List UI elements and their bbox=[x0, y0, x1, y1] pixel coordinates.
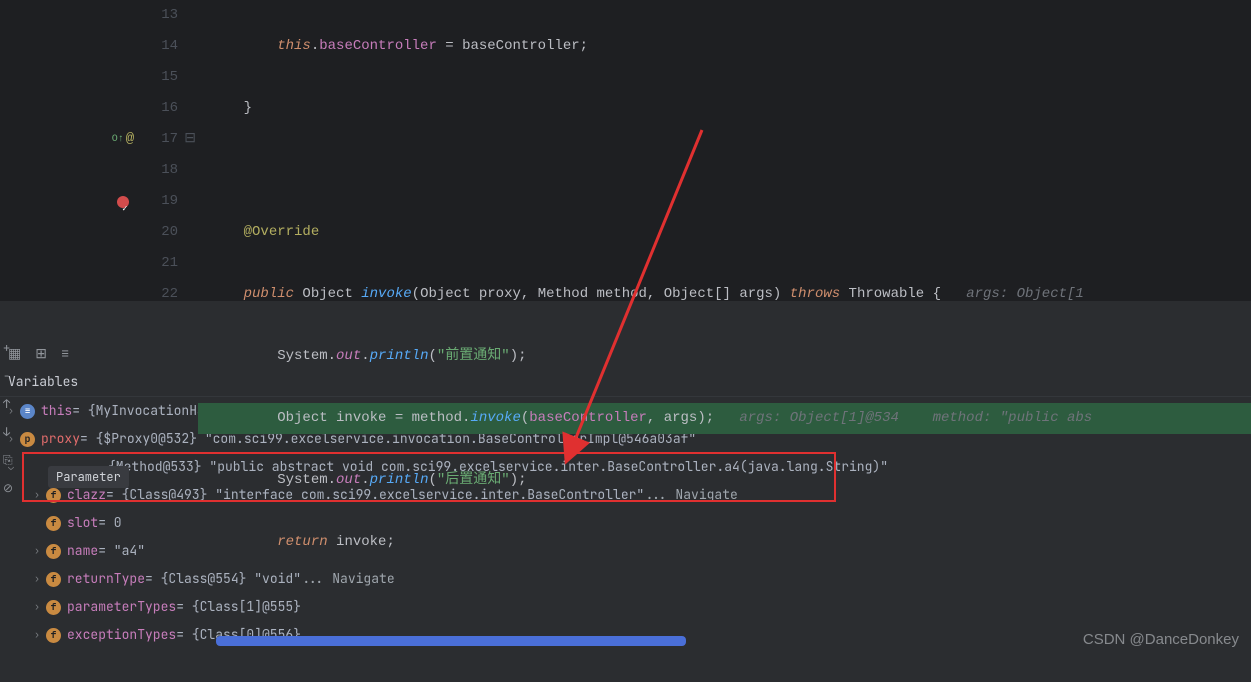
debugger-tab-icon[interactable]: ⊞ bbox=[35, 345, 47, 363]
code-token: this bbox=[277, 38, 311, 54]
inline-hint: args: Object[1]@534 bbox=[714, 410, 899, 426]
line-number: 16 bbox=[148, 93, 178, 124]
field-icon: f bbox=[46, 544, 61, 559]
override-marker-icon: O↑ bbox=[112, 124, 124, 155]
line-number: 15 bbox=[148, 62, 178, 93]
fold-icon[interactable]: ⊟ bbox=[178, 124, 196, 155]
add-icon[interactable]: + bbox=[3, 340, 17, 354]
expand-icon[interactable]: › bbox=[30, 621, 44, 649]
line-number: 13 bbox=[148, 0, 178, 31]
watermark: CSDN @DanceDonkey bbox=[1083, 631, 1239, 648]
copy-icon[interactable]: ⎘ bbox=[3, 452, 17, 466]
expand-icon[interactable]: › bbox=[30, 565, 44, 593]
line-number: 14 bbox=[148, 31, 178, 62]
down-icon[interactable]: ↓ bbox=[3, 424, 17, 438]
line-number: 18 bbox=[148, 155, 178, 186]
code-annotation: @Override bbox=[244, 224, 320, 240]
gutter: 13 14 15 16 O↑@17⊟ 18 19 20 21 22 bbox=[0, 0, 210, 300]
field-icon: f bbox=[46, 516, 61, 531]
field-icon: f bbox=[46, 628, 61, 643]
expand-icon[interactable]: › bbox=[30, 537, 44, 565]
inline-hint: method: "public abs bbox=[899, 410, 1092, 426]
field-icon: f bbox=[46, 572, 61, 587]
line-number: 19 bbox=[148, 186, 178, 217]
expand-icon[interactable]: › bbox=[30, 593, 44, 621]
line-number: 21 bbox=[148, 248, 178, 279]
annotation-marker-icon: @ bbox=[126, 124, 134, 155]
horizontal-scrollbar[interactable] bbox=[216, 636, 1231, 646]
this-icon: ≡ bbox=[20, 404, 35, 419]
inline-hint: args: Object[1 bbox=[941, 286, 1084, 302]
line-number: 22 bbox=[148, 279, 178, 310]
debugger-tab-icon[interactable]: ≡ bbox=[61, 345, 69, 363]
param-icon: p bbox=[20, 432, 35, 447]
field-icon: f bbox=[46, 488, 61, 503]
field-icon: f bbox=[46, 600, 61, 615]
line-number: 17 bbox=[148, 124, 178, 155]
code-area[interactable]: this.baseController = baseController; } … bbox=[210, 0, 1251, 300]
remove-icon[interactable]: − bbox=[3, 368, 17, 382]
line-number: 20 bbox=[148, 217, 178, 248]
link-icon[interactable]: ⊘ bbox=[3, 480, 17, 494]
parameter-tooltip: Parameter bbox=[48, 466, 129, 488]
code-editor[interactable]: 13 14 15 16 O↑@17⊟ 18 19 20 21 22 this.b… bbox=[0, 0, 1251, 300]
expand-icon[interactable]: › bbox=[30, 481, 44, 509]
breakpoint-icon[interactable] bbox=[117, 196, 129, 208]
up-icon[interactable]: ↑ bbox=[3, 396, 17, 410]
debug-side-strip: + − ↑ ↓ ⎘ ⊘ bbox=[0, 330, 20, 494]
